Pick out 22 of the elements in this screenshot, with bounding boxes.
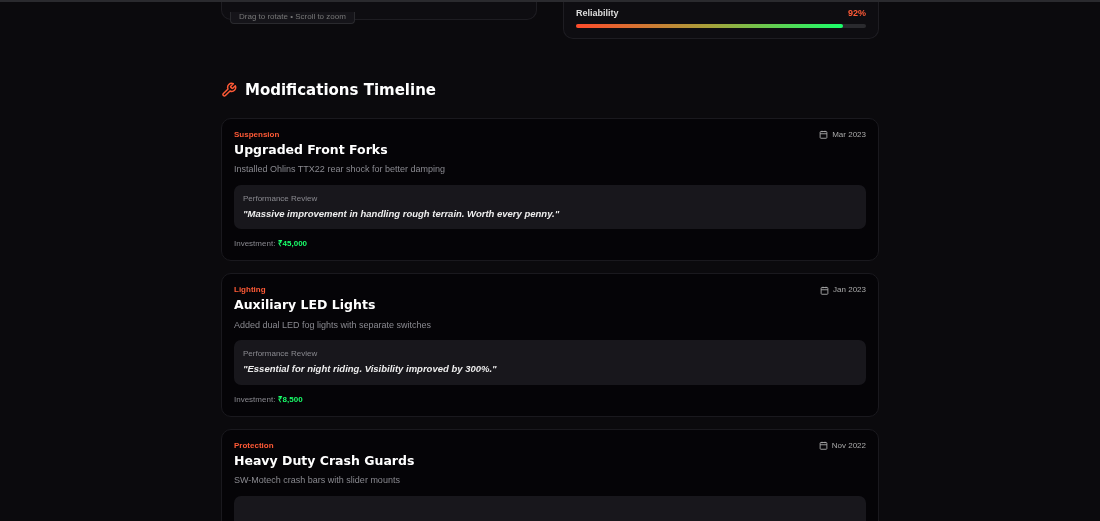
review-label: Performance Review (243, 192, 319, 205)
mod-title: Heavy Duty Crash Guards (234, 451, 415, 470)
reliability-label: Reliability (576, 7, 619, 20)
reliability-value: 92% (848, 7, 866, 20)
mod-title: Auxiliary LED Lights (234, 296, 376, 314)
mod-description: Installed Ohlins TTX22 rear shock for better damping (234, 163, 446, 177)
review-label: Performance Review (243, 348, 319, 361)
viewer-hint: Drag to rotate • Scroll to zoom (230, 12, 355, 24)
review-quote: "Massive improvement in handling rough terrain. Worth every penny." (243, 206, 561, 221)
mod-description: SW-Motech crash bars with slider mounts (234, 474, 401, 488)
mod-date: Jan 2023 (833, 284, 866, 296)
mod-title: Upgraded Front Forks (234, 140, 388, 159)
category-label: Suspension (234, 128, 281, 141)
mod-date: Nov 2022 (831, 439, 866, 452)
section-title: Modifications Timeline (245, 80, 436, 101)
review-quote: "Essential for night riding. Visibility improved by 300%." (243, 362, 498, 377)
category-label: Protection (234, 439, 275, 452)
investment-text: Investment: ₹8,500 (234, 393, 304, 406)
mod-date: Mar 2023 (832, 128, 866, 141)
investment-text: Investment: ₹45,000 (234, 238, 309, 250)
category-label: Lighting (234, 284, 267, 296)
mod-description: Added dual LED fog lights with separate switches (234, 318, 433, 332)
